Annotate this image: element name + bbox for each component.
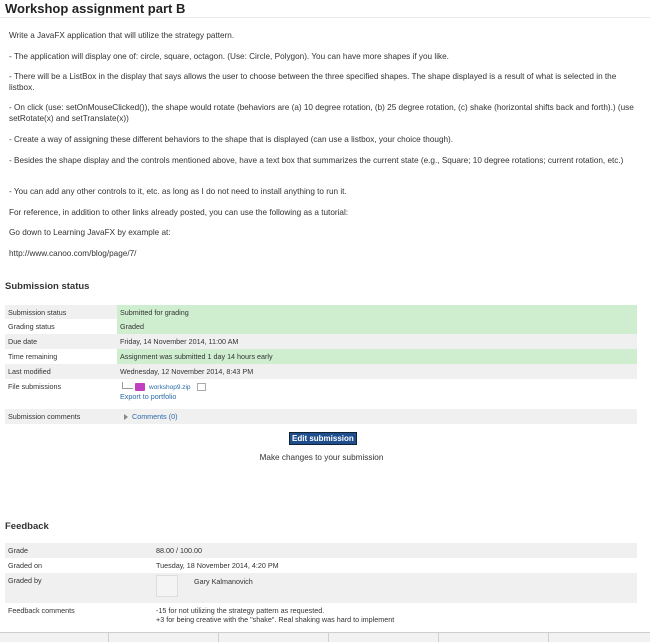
status-badge: Submitted for grading xyxy=(117,305,637,319)
intro-paragraph: - Create a way of assigning these differ… xyxy=(9,135,454,144)
row-label: Submission status xyxy=(8,308,67,317)
graded-by-value: Gary Kalmanovich xyxy=(153,573,637,603)
intro-paragraph: - You can add any other controls to it, … xyxy=(9,187,347,196)
row-label: Feedback comments xyxy=(8,606,75,615)
table-row: File submissions workshop9.zip Export to… xyxy=(5,379,637,409)
table-row: Grading status Graded xyxy=(5,319,637,334)
table-row: Due date Friday, 14 November 2014, 11:00… xyxy=(5,334,637,349)
grader-name: Gary Kalmanovich xyxy=(194,577,253,586)
due-date-value: Friday, 14 November 2014, 11:00 AM xyxy=(120,337,239,346)
feedback-heading: Feedback xyxy=(5,521,49,532)
time-remaining-value: Assignment was submitted 1 day 14 hours … xyxy=(117,349,637,364)
intro-paragraph: - On click (use: setOnMouseClicked()), t… xyxy=(9,103,634,123)
intro-paragraph: - There will be a ListBox in the display… xyxy=(9,72,617,92)
edit-submission-description: Make changes to your submission xyxy=(259,453,384,462)
grading-status-value: Graded xyxy=(117,319,637,334)
table-row: Time remaining Assignment was submitted … xyxy=(5,349,637,364)
intro-paragraph: Go down to Learning JavaFX by example at… xyxy=(9,228,171,237)
file-link[interactable]: workshop9.zip xyxy=(149,384,191,391)
zip-file-icon xyxy=(135,383,145,392)
table-row: Submission comments Comments (0) xyxy=(5,409,637,424)
graded-on-value: Tuesday, 18 November 2014, 4:20 PM xyxy=(156,561,279,570)
feedback-comment-line: +3 for being creative with the "shake". … xyxy=(156,615,395,624)
export-portfolio-link[interactable]: Export to portfolio xyxy=(120,392,637,401)
row-label: Grade xyxy=(8,546,28,555)
submission-status-heading: Submission status xyxy=(5,281,90,292)
table-row: Last modified Wednesday, 12 November 201… xyxy=(5,364,637,379)
last-modified-value: Wednesday, 12 November 2014, 8:43 PM xyxy=(120,367,254,376)
table-row: Feedback comments -15 for not utilizing … xyxy=(5,603,637,628)
expand-triangle-icon[interactable] xyxy=(124,414,128,421)
row-label: Last modified xyxy=(8,367,51,376)
row-label: Time remaining xyxy=(8,352,58,361)
row-label: Due date xyxy=(8,337,38,346)
edit-submission-button[interactable]: Edit submission xyxy=(289,432,357,445)
row-label: Grading status xyxy=(8,322,55,331)
row-label: File submissions xyxy=(8,382,62,391)
intro-paragraph: - Besides the shape display and the cont… xyxy=(9,156,624,165)
comments-link[interactable]: Comments (0) xyxy=(132,412,178,421)
grade-value: 88.00 / 100.00 xyxy=(156,546,202,555)
table-row: Graded on Tuesday, 18 November 2014, 4:2… xyxy=(5,558,637,573)
reference-url: http://www.canoo.com/blog/page/7/ xyxy=(9,249,137,258)
portfolio-icon[interactable] xyxy=(196,383,206,392)
submission-comments-value: Comments (0) xyxy=(117,409,637,424)
row-label: Graded by xyxy=(8,576,42,585)
page-title: Workshop assignment part B xyxy=(5,1,186,16)
row-label: Graded on xyxy=(8,561,42,570)
tree-line-icon xyxy=(122,382,133,389)
avatar[interactable] xyxy=(156,575,178,597)
feedback-comments-value: -15 for not utilizing the strategy patte… xyxy=(153,603,637,628)
title-bar: Workshop assignment part B xyxy=(0,0,650,18)
table-row: Grade 88.00 / 100.00 xyxy=(5,543,637,558)
row-label: Submission comments xyxy=(8,412,81,421)
intro-paragraph: Write a JavaFX application that will uti… xyxy=(9,31,235,40)
intro-paragraph: - The application will display one of: c… xyxy=(9,52,449,61)
table-row: Graded by Gary Kalmanovich xyxy=(5,573,637,603)
table-row: Submission status Submitted for grading xyxy=(5,305,637,319)
feedback-comment-line: -15 for not utilizing the strategy patte… xyxy=(156,606,325,615)
intro-paragraph: For reference, in addition to other link… xyxy=(9,208,349,217)
file-submissions-value: workshop9.zip Export to portfolio xyxy=(117,379,637,409)
